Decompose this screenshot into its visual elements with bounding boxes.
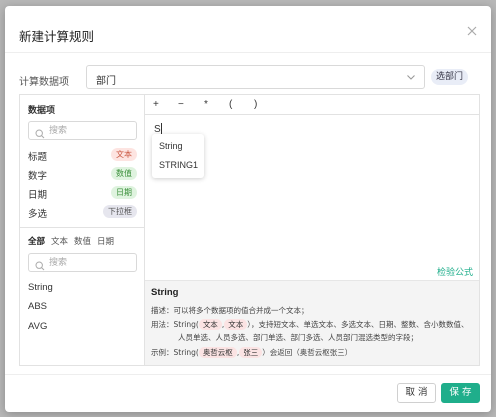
data-item-multiselect[interactable]: 多选 下拉框: [28, 204, 137, 220]
example-label: 示例：: [151, 348, 174, 357]
search-icon: [35, 126, 45, 139]
select-dept-tag[interactable]: 选部门: [431, 69, 469, 85]
function-search[interactable]: [28, 253, 137, 272]
calc-field-value: 部门: [96, 76, 116, 87]
calc-field-label: 计算数据项: [19, 77, 69, 88]
suggestion-item[interactable]: STRING1: [159, 160, 198, 170]
tab-all[interactable]: 全部: [28, 237, 45, 247]
save-button[interactable]: 保 存: [441, 383, 480, 403]
suggestion-item[interactable]: String: [159, 141, 183, 151]
data-item-label: 日期: [28, 190, 48, 201]
usage-label: 用法：: [151, 320, 174, 329]
param-chip: 文本: [198, 319, 222, 330]
help-description: 描述：可以将多个数据项的值合并成一个文本；: [151, 305, 309, 316]
help-example: 示例：String(奥哲云枢, 张三 ）会返回（奥哲云枢张三）: [151, 347, 353, 358]
operator-bar: + − * ( ): [145, 95, 479, 115]
data-item-date[interactable]: 日期 日期: [28, 185, 137, 201]
operator-multiply[interactable]: *: [204, 99, 208, 110]
close-icon[interactable]: [465, 24, 479, 38]
data-item-title[interactable]: 标题 文本: [28, 147, 137, 163]
desc-label: 描述：: [151, 306, 174, 315]
operator-close-paren[interactable]: ): [254, 99, 257, 110]
usage-rest: ），支持短文本、单选文本、多选文本、日期、整数、含小数数值、: [247, 320, 469, 329]
verify-formula-link[interactable]: 检验公式: [437, 265, 473, 278]
data-items-panel: 数据项 标题 文本 数字 数值 日期 日期 多选 下拉框: [20, 95, 145, 365]
data-item-label: 数字: [28, 171, 48, 182]
help-usage: 用法：String(文本, 文本 ），支持短文本、单选文本、多选文本、日期、整数、含…: [151, 319, 469, 330]
help-title: String: [151, 287, 179, 298]
dialog-title: 新建计算规则: [19, 29, 95, 44]
data-item-label: 标题: [28, 152, 48, 163]
type-badge: 数值: [111, 167, 137, 180]
cancel-button[interactable]: 取 消: [397, 383, 436, 403]
example-rest: ）会返回（奥哲云枢张三）: [262, 348, 353, 357]
param-chip: 张三: [239, 347, 263, 358]
function-help-panel: String 描述：可以将多个数据项的值合并成一个文本； 用法：String(文…: [145, 280, 479, 365]
data-item-number[interactable]: 数字 数值: [28, 166, 137, 182]
title-divider: [5, 52, 491, 53]
function-item-string[interactable]: String: [28, 282, 53, 293]
example-fn: String(: [173, 348, 199, 357]
function-search-input[interactable]: [49, 256, 129, 269]
help-usage-line2: 人员单选、人员多选、部门单选、部门多选、人员部门混选类型的字段；: [178, 333, 418, 342]
data-items-search[interactable]: [28, 121, 137, 140]
search-icon: [35, 258, 45, 271]
data-items-title: 数据项: [28, 106, 56, 116]
function-item-abs[interactable]: ABS: [28, 301, 47, 312]
usage-fn: String(: [173, 320, 199, 329]
type-badge: 日期: [111, 186, 137, 199]
calc-field-select[interactable]: 部门: [86, 65, 425, 89]
footer-divider: [5, 374, 491, 375]
tab-date[interactable]: 日期: [97, 237, 114, 247]
type-badge: 文本: [111, 148, 137, 161]
tab-text[interactable]: 文本: [51, 237, 68, 247]
autocomplete-dropdown: String STRING1: [152, 134, 204, 178]
data-items-search-input[interactable]: [49, 124, 129, 137]
left-divider: [20, 227, 144, 228]
function-tabs: 全部 文本 数值 日期: [28, 235, 120, 247]
chevron-down-icon: [404, 70, 418, 84]
type-badge: 下拉框: [103, 205, 137, 218]
formula-panel: + − * ( ) S String STRING1 检验公式 String 描…: [145, 95, 479, 365]
data-item-label: 多选: [28, 209, 48, 220]
formula-editor-box: 数据项 标题 文本 数字 数值 日期 日期 多选 下拉框: [19, 94, 480, 366]
function-item-avg[interactable]: AVG: [28, 321, 47, 332]
tab-number[interactable]: 数值: [74, 237, 91, 247]
operator-open-paren[interactable]: (: [229, 99, 232, 110]
param-chip: 奥哲云枢: [198, 347, 237, 358]
new-calc-rule-dialog: 新建计算规则 计算数据项 部门 选部门 数据项 标题 文本 数字: [5, 6, 491, 412]
operator-plus[interactable]: +: [153, 99, 159, 110]
operator-minus[interactable]: −: [178, 99, 184, 110]
param-chip: 文本: [224, 319, 248, 330]
desc-text: 可以将多个数据项的值合并成一个文本；: [173, 306, 309, 315]
